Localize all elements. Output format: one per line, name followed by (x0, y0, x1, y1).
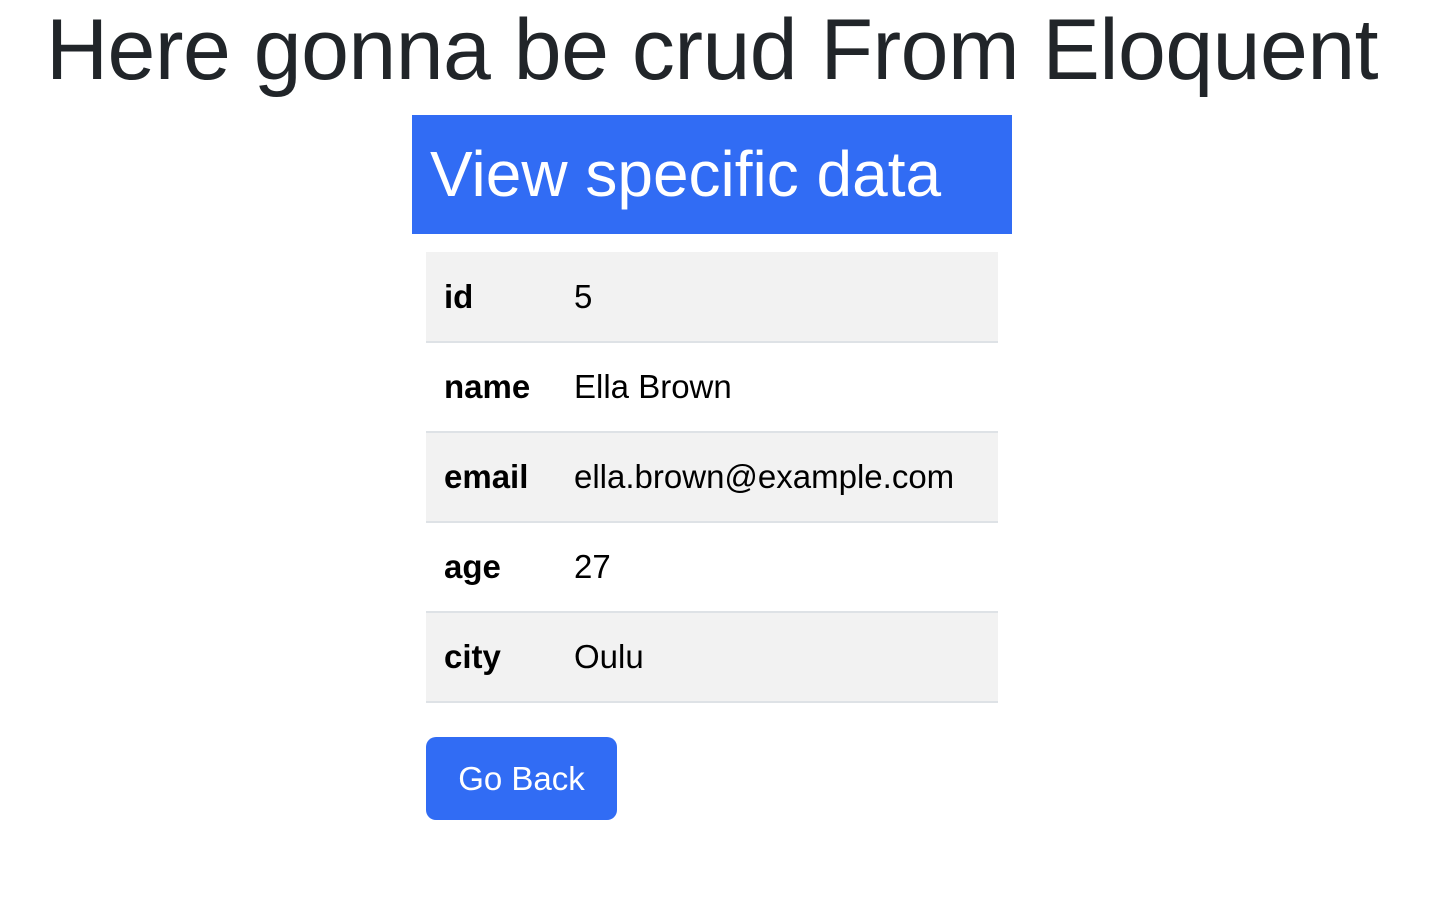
field-value-city: Oulu (556, 612, 998, 703)
field-label-name: name (426, 342, 556, 433)
field-label-id: id (426, 252, 556, 343)
table-row: age 27 (426, 522, 998, 613)
table-row: id 5 (426, 252, 998, 343)
page-title: Here gonna be crud From Eloquent (45, 2, 1379, 98)
field-label-city: city (426, 612, 556, 703)
record-detail-table: id 5 name Ella Brown email ella.brown@ex… (426, 252, 998, 703)
record-card: View specific data id 5 name Ella Brown … (412, 115, 1012, 820)
field-value-id: 5 (556, 252, 998, 343)
page: Here gonna be crud From Eloquent View sp… (0, 0, 1456, 900)
table-row: city Oulu (426, 612, 998, 703)
field-value-age: 27 (556, 522, 998, 613)
table-row: name Ella Brown (426, 342, 998, 433)
field-value-email: ella.brown@example.com (556, 432, 998, 523)
go-back-button[interactable]: Go Back (426, 737, 617, 820)
card-header: View specific data (412, 115, 1012, 234)
field-label-email: email (426, 432, 556, 523)
field-label-age: age (426, 522, 556, 613)
table-row: email ella.brown@example.com (426, 432, 998, 523)
field-value-name: Ella Brown (556, 342, 998, 433)
